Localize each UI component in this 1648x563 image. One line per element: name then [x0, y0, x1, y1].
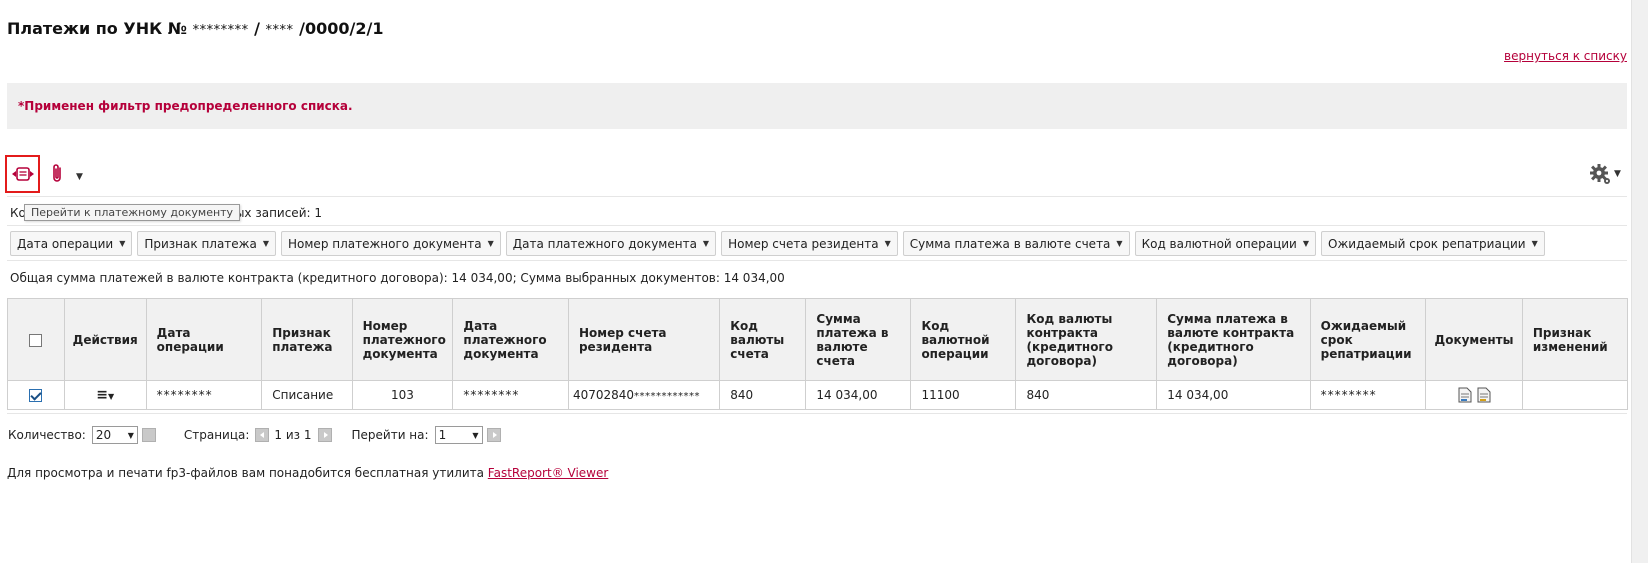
row-actions-menu[interactable]: ≡▼: [63, 380, 147, 410]
col-doc-number[interactable]: Номер платежного документа: [351, 298, 454, 381]
table-row[interactable]: ≡▼ ******** Списание 103 ******** 407028…: [7, 380, 1629, 410]
cell-changes: [1521, 380, 1629, 410]
goto-page-button[interactable]: [486, 428, 501, 442]
back-to-list-link[interactable]: вернуться к списку: [1504, 49, 1627, 63]
divider: [7, 196, 1627, 197]
cell-documents: [1425, 380, 1523, 410]
col-actions: Действия: [63, 298, 147, 381]
settings-caret: ▼: [1614, 169, 1621, 179]
goto-page-select[interactable]: 1 ▼: [434, 426, 483, 444]
chevron-down-icon: ▼: [119, 239, 126, 248]
filter-doc-date[interactable]: Дата платежного документа ▼: [505, 231, 717, 256]
col-changes: Признак изменений: [1521, 298, 1629, 381]
select-all-cell: [7, 298, 65, 381]
filter-banner: *Применен фильтр предопределенного списк…: [7, 83, 1627, 129]
chevron-down-icon: ▼: [702, 239, 710, 248]
attach-dropdown-caret[interactable]: ▼: [76, 172, 83, 182]
col-documents: Документы: [1425, 298, 1523, 381]
filter-banner-text: *Применен фильтр предопределенного списк…: [18, 99, 353, 113]
page-size-select[interactable]: 20 ▼: [91, 426, 138, 444]
filter-operation-date[interactable]: Дата операции ▼: [10, 231, 133, 256]
vertical-scrollbar[interactable]: [1631, 0, 1648, 563]
account-mask: ************: [634, 391, 701, 402]
col-amount-contract[interactable]: Сумма платежа в валюте контракта (кредит…: [1156, 298, 1311, 381]
row-select-cell: [7, 380, 65, 410]
account-prefix: 40702840: [572, 388, 635, 402]
filter-doc-number[interactable]: Номер платежного документа ▼: [281, 231, 501, 256]
document-edit-icon[interactable]: [1477, 387, 1491, 403]
cell-payment-type: Списание: [261, 380, 353, 410]
col-amount-account[interactable]: Сумма платежа в валюте счета: [805, 298, 912, 381]
cell-contract-currency: 840: [1015, 380, 1158, 410]
page-label: Страница:: [183, 428, 250, 442]
prev-page-button[interactable]: [255, 428, 270, 442]
column-filters: Дата операции ▼ Признак платежа ▼ Номер пл…: [10, 231, 1545, 256]
title-separator: /: [248, 19, 266, 38]
goto-document-icon: [11, 167, 34, 181]
col-payment-type[interactable]: Признак платежа: [261, 298, 353, 381]
title-mask-2: ****: [265, 23, 294, 38]
footer-note: Для просмотра и печати fp3-файлов вам по…: [7, 466, 608, 480]
next-page-button[interactable]: [317, 428, 332, 442]
gear-icon: [1590, 164, 1610, 184]
col-operation-code[interactable]: Код валютной операции: [910, 298, 1017, 381]
menu-icon: ≡▼: [96, 387, 115, 403]
row-checkbox[interactable]: [29, 389, 43, 402]
col-account-currency[interactable]: Код валюты счета: [719, 298, 807, 381]
goto-label: Перейти на:: [351, 428, 429, 442]
payments-table: Действия Дата операции Признак платежа Н…: [7, 298, 1629, 410]
summary-text: Общая сумма платежей в валюте контракта …: [10, 271, 785, 285]
tooltip: Перейти к платежному документу: [24, 204, 241, 221]
chevron-down-icon: ▼: [487, 239, 494, 248]
cell-repatriation: ********: [1309, 380, 1427, 410]
title-suffix: /0000/2/1: [299, 19, 384, 38]
cell-account-currency: 840: [719, 380, 807, 410]
filter-repatriation[interactable]: Ожидаемый срок репатриации ▼: [1321, 231, 1545, 256]
col-repatriation[interactable]: Ожидаемый срок репатриации: [1309, 298, 1427, 381]
filter-operation-code[interactable]: Код валютной операции ▼: [1134, 231, 1317, 256]
chevron-down-icon: ▼: [262, 239, 270, 248]
cell-amount-contract: 14 034,00: [1156, 380, 1311, 410]
page-title: Платежи по УНК № ******** / **** /0000/2…: [7, 19, 383, 38]
table-header: Действия Дата операции Признак платежа Н…: [7, 298, 1629, 381]
col-contract-currency[interactable]: Код валюты контракта (кредитного договор…: [1015, 298, 1158, 381]
pager: Количество: 20 ▼ Страница: 1 из 1 Перейти…: [8, 426, 501, 444]
chevron-down-icon: ▼: [1302, 239, 1310, 248]
filter-payment-type[interactable]: Признак платежа ▼: [137, 231, 277, 256]
fastreport-viewer-link[interactable]: FastReport® Viewer: [488, 466, 609, 480]
footer-text: Для просмотра и печати fp3-файлов вам по…: [7, 466, 488, 480]
document-icon[interactable]: [1458, 387, 1472, 403]
title-mask-1: ********: [192, 23, 249, 38]
refresh-icon[interactable]: [141, 428, 156, 442]
settings-button[interactable]: ▼: [1588, 161, 1624, 187]
cell-operation-date: ********: [145, 380, 263, 410]
cell-doc-number: 103: [351, 380, 454, 410]
chevron-down-icon: ▼: [884, 239, 891, 248]
paperclip-icon[interactable]: [48, 163, 68, 185]
divider: [7, 225, 1627, 226]
filter-amount-account[interactable]: Сумма платежа в валюте счета ▼: [902, 231, 1130, 256]
chevron-down-icon: ▼: [127, 430, 134, 440]
filter-resident-account[interactable]: Номер счета резидента ▼: [721, 231, 898, 256]
page-of-text: 1 из 1: [274, 428, 312, 442]
cell-resident-account: 40702840************: [567, 380, 721, 410]
cell-amount-account: 14 034,00: [805, 380, 912, 410]
divider: [7, 260, 1627, 261]
select-all-checkbox[interactable]: [29, 333, 43, 347]
title-prefix: Платежи по УНК №: [7, 19, 187, 38]
toolbar: ▼ ▼: [0, 155, 1648, 195]
col-resident-account[interactable]: Номер счета резидента: [567, 298, 721, 381]
divider: [7, 413, 1627, 414]
chevron-down-icon: ▼: [1116, 239, 1123, 248]
count-label: Количество:: [8, 428, 86, 442]
col-doc-date[interactable]: Дата платежного документа: [452, 298, 569, 381]
goto-payment-document-button[interactable]: [5, 155, 40, 193]
col-operation-date[interactable]: Дата операции: [145, 298, 263, 381]
chevron-down-icon: ▼: [1531, 239, 1538, 248]
cell-doc-date: ********: [452, 380, 569, 410]
chevron-down-icon: ▼: [472, 430, 479, 440]
cell-operation-code: 11100: [910, 380, 1017, 410]
